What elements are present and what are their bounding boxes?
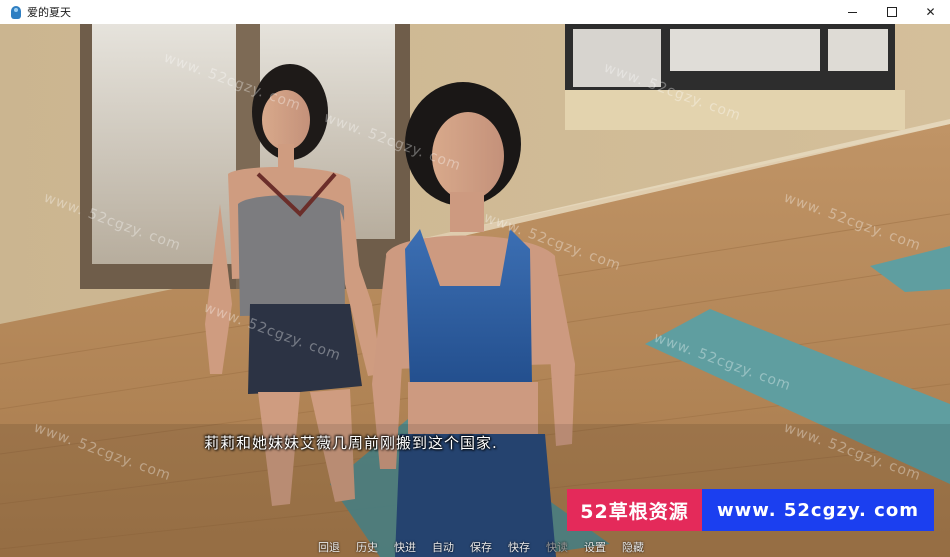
quick-menu-skip[interactable]: 快进 [394, 539, 416, 555]
quick-menu-auto[interactable]: 自动 [432, 539, 454, 555]
quick-menu-hide[interactable]: 隐藏 [622, 539, 644, 555]
window-titlebar: 爱的夏天 ✕ [0, 0, 950, 25]
window-title: 爱的夏天 [27, 6, 71, 19]
minimize-button[interactable] [833, 0, 872, 24]
app-icon [11, 5, 21, 19]
quick-menu-settings[interactable]: 设置 [584, 539, 606, 555]
quick-menu-quick-load[interactable]: 快读 [546, 539, 568, 555]
quick-menu-back[interactable]: 回退 [318, 539, 340, 555]
dialogue-text: 莉莉和她妹妹艾薇几周前刚搬到这个国家. [204, 434, 498, 452]
window-controls: ✕ [833, 0, 950, 24]
quick-menu-quick-save[interactable]: 快存 [508, 539, 530, 555]
maximize-button[interactable] [872, 0, 911, 24]
close-icon: ✕ [925, 5, 936, 19]
maximize-icon [886, 7, 897, 17]
quick-menu-save[interactable]: 保存 [470, 539, 492, 555]
minimize-icon [848, 11, 857, 13]
quick-menu: 回退 历史 快进 自动 保存 快存 快读 设置 隐藏 [318, 539, 660, 555]
banner-url: www. 52cgzy. com [702, 489, 934, 531]
scene-background [0, 24, 950, 557]
close-button[interactable]: ✕ [911, 0, 950, 24]
game-scene[interactable]: www. 52cgzy. com www. 52cgzy. com www. 5… [0, 24, 950, 557]
quick-menu-history[interactable]: 历史 [356, 539, 378, 555]
banner-brand: 52草根资源 [567, 489, 702, 531]
